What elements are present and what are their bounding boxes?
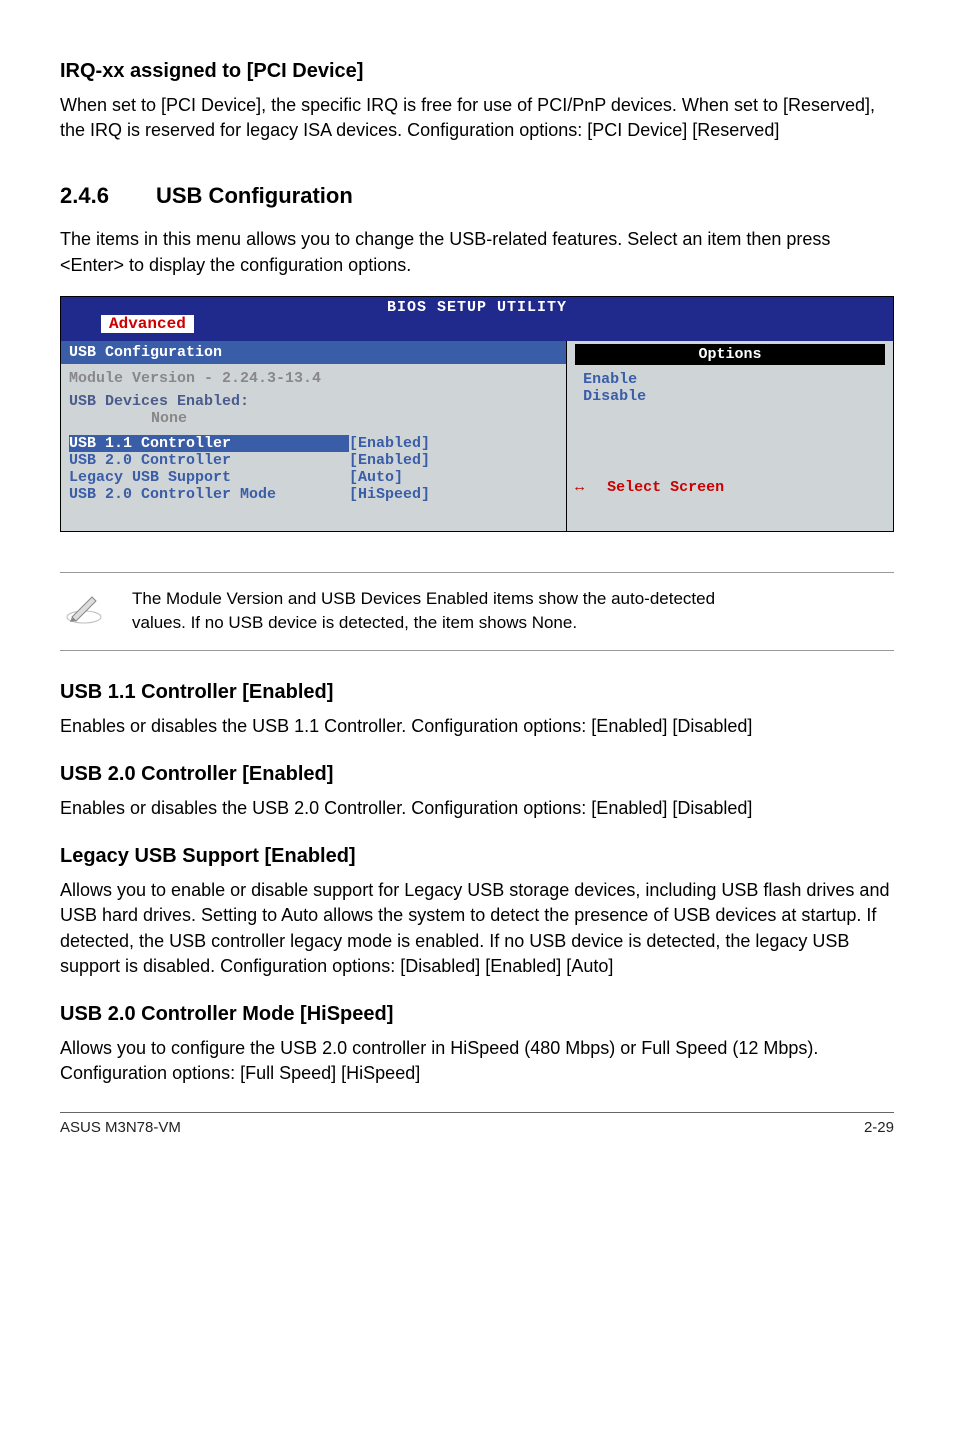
bios-row-usb20: USB 2.0 Controller [Enabled] xyxy=(61,452,566,469)
footer-left: ASUS M3N78-VM xyxy=(60,1119,181,1136)
bios-tab-advanced: Advanced xyxy=(101,315,194,333)
bios-option-disable: Disable xyxy=(575,388,885,405)
section-title: USB Configuration xyxy=(156,183,353,208)
section-heading: 2.4.6USB Configuration xyxy=(60,183,894,209)
arrow-icon: ↔ xyxy=(575,479,607,496)
bios-row-val: [Auto] xyxy=(349,469,403,486)
bios-help-line: ↔Select Screen xyxy=(567,471,893,496)
section-intro: The items in this menu allows you to cha… xyxy=(60,227,894,277)
setting-heading: USB 2.0 Controller Mode [HiSpeed] xyxy=(60,1003,894,1026)
bios-row-key: USB 1.1 Controller xyxy=(69,435,349,452)
setting-body: Enables or disables the USB 1.1 Controll… xyxy=(60,714,894,739)
setting-heading: USB 2.0 Controller [Enabled] xyxy=(60,763,894,786)
section-number: 2.4.6 xyxy=(60,183,156,209)
setting-body: Enables or disables the USB 2.0 Controll… xyxy=(60,796,894,821)
setting-body: Allows you to configure the USB 2.0 cont… xyxy=(60,1036,894,1086)
bios-row-key: USB 2.0 Controller Mode xyxy=(69,486,349,503)
bios-devices-label: USB Devices Enabled: xyxy=(61,389,566,410)
bios-options-title: Options xyxy=(575,344,885,365)
bios-help-text: Select Screen xyxy=(607,479,724,496)
bios-row-val: [HiSpeed] xyxy=(349,486,430,503)
setting-heading: Legacy USB Support [Enabled] xyxy=(60,845,894,868)
bios-row-legacy: Legacy USB Support [Auto] xyxy=(61,469,566,486)
bios-left-title: USB Configuration xyxy=(61,341,566,364)
footer-right: 2-29 xyxy=(864,1119,894,1136)
note-block: The Module Version and USB Devices Enabl… xyxy=(60,572,894,651)
bios-row-key: USB 2.0 Controller xyxy=(69,452,349,469)
bios-screenshot: BIOS SETUP UTILITY Advanced USB Configur… xyxy=(60,296,894,532)
bios-row-key: Legacy USB Support xyxy=(69,469,349,486)
setting-heading: USB 1.1 Controller [Enabled] xyxy=(60,681,894,704)
bios-option-enable: Enable xyxy=(575,371,885,388)
irq-body: When set to [PCI Device], the specific I… xyxy=(60,93,894,143)
setting-body: Allows you to enable or disable support … xyxy=(60,878,894,979)
note-text: The Module Version and USB Devices Enabl… xyxy=(132,587,772,635)
bios-module-version: Module Version - 2.24.3-13.4 xyxy=(61,364,566,389)
irq-heading: IRQ-xx assigned to [PCI Device] xyxy=(60,60,894,83)
bios-row-usb20-mode: USB 2.0 Controller Mode [HiSpeed] xyxy=(61,486,566,503)
bios-row-val: [Enabled] xyxy=(349,452,430,469)
bios-window-title: BIOS SETUP UTILITY xyxy=(61,299,893,316)
bios-devices-none: None xyxy=(61,410,566,435)
pencil-icon xyxy=(60,587,132,636)
bios-row-val: [Enabled] xyxy=(349,435,430,452)
bios-row-usb11: USB 1.1 Controller [Enabled] xyxy=(61,435,566,452)
